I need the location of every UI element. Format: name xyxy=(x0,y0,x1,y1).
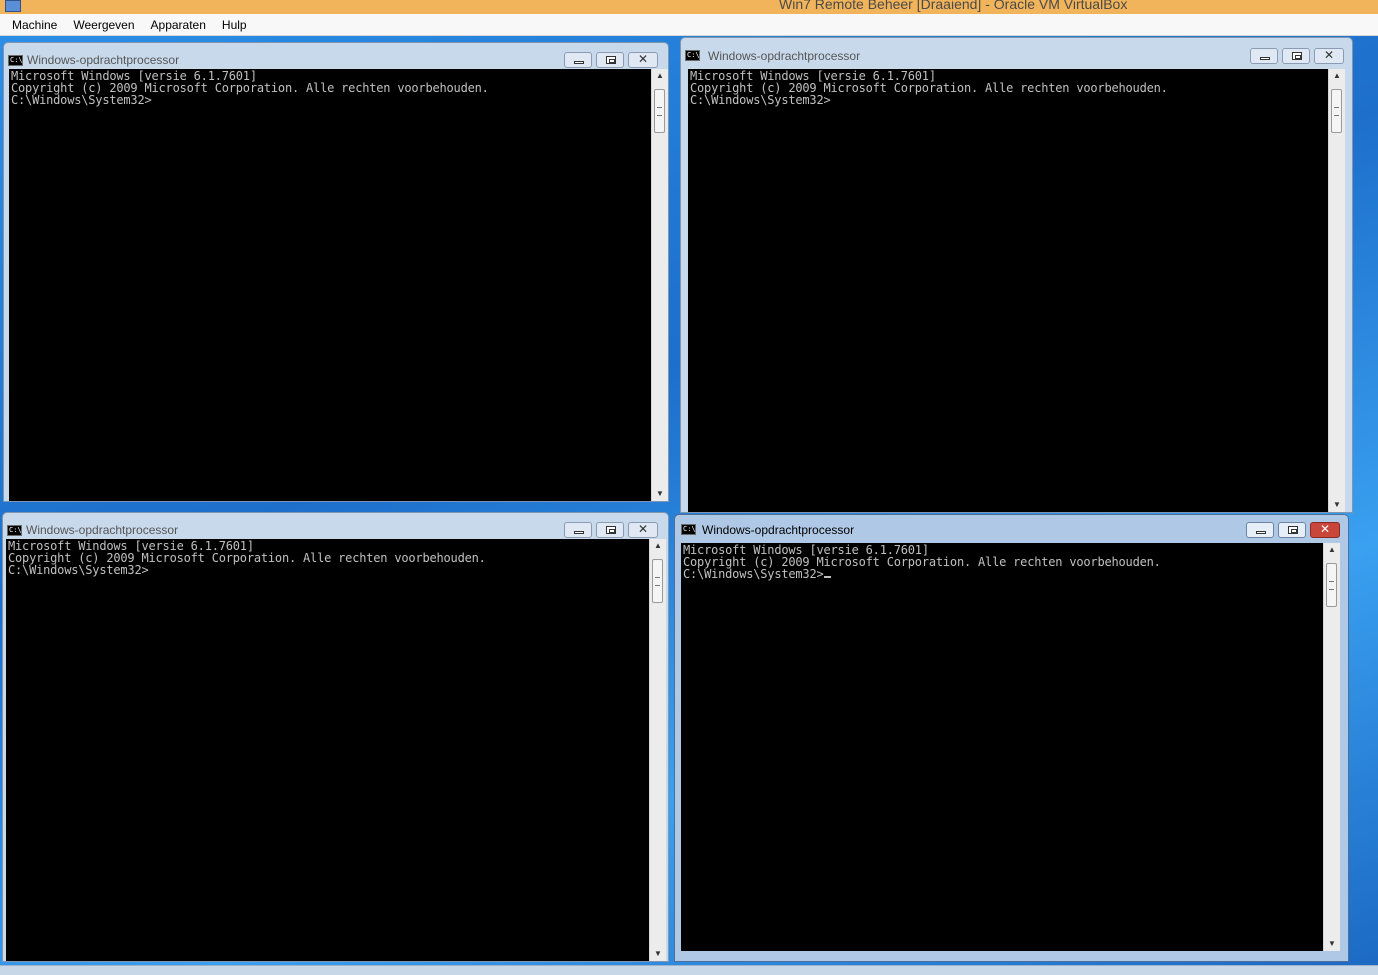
minimize-icon xyxy=(574,61,584,64)
maximize-button[interactable] xyxy=(596,52,624,68)
window-titlebar[interactable]: C:\ Windows-opdrachtprocessor ✕ xyxy=(681,38,1352,66)
maximize-button[interactable] xyxy=(1282,48,1310,64)
close-icon: ✕ xyxy=(1323,48,1335,62)
scroll-up-arrow-icon[interactable]: ▲ xyxy=(1329,69,1345,83)
scroll-thumb[interactable] xyxy=(652,559,663,603)
console-prompt: C:\Windows\System32> xyxy=(683,567,824,581)
close-button[interactable]: ✕ xyxy=(628,522,658,538)
window-titlebar[interactable]: C:\ Windows-opdrachtprocessor ✕ xyxy=(675,515,1348,543)
scroll-down-arrow-icon[interactable]: ▼ xyxy=(650,947,666,961)
console-prompt: C:\Windows\System32> xyxy=(8,563,149,577)
cmd-window-top-left[interactable]: C:\ Windows-opdrachtprocessor ✕ Microsof… xyxy=(3,42,669,502)
scroll-up-arrow-icon[interactable]: ▲ xyxy=(650,539,666,553)
cmd-icon[interactable]: C:\ xyxy=(681,524,696,535)
window-titlebar[interactable]: C:\ Windows-opdrachtprocessor ✕ xyxy=(4,43,668,71)
console-prompt-row: C:\Windows\System32> xyxy=(683,568,1323,580)
console-prompt: C:\Windows\System32> xyxy=(11,93,152,107)
close-button[interactable]: ✕ xyxy=(1310,522,1340,538)
scroll-thumb[interactable] xyxy=(1331,89,1342,133)
console-area[interactable]: Microsoft Windows [versie 6.1.7601] Copy… xyxy=(681,543,1323,951)
close-button[interactable]: ✕ xyxy=(628,52,658,68)
scroll-down-arrow-icon[interactable]: ▼ xyxy=(1329,498,1345,512)
guest-taskbar xyxy=(0,965,1378,975)
scroll-up-arrow-icon[interactable]: ▲ xyxy=(1324,543,1340,557)
minimize-icon xyxy=(1256,531,1266,534)
minimize-button[interactable] xyxy=(1246,522,1274,538)
menu-hulp[interactable]: Hulp xyxy=(214,15,255,35)
window-title: Windows-opdrachtprocessor xyxy=(708,49,861,63)
minimize-button[interactable] xyxy=(564,522,592,538)
cmd-icon[interactable]: C:\ xyxy=(685,50,700,61)
cmd-window-bottom-left[interactable]: C:\ Windows-opdrachtprocessor ✕ Microsof… xyxy=(2,512,669,962)
vertical-scrollbar[interactable]: ▲ ▼ xyxy=(649,539,666,961)
close-icon: ✕ xyxy=(637,52,649,66)
virtualbox-menubar: Machine Weergeven Apparaten Hulp xyxy=(0,14,1378,36)
virtualbox-titlebar: Win7 Remote Beheer [Draaiend] - Oracle V… xyxy=(0,0,1378,14)
window-title: Windows-opdrachtprocessor xyxy=(27,53,180,67)
minimize-button[interactable] xyxy=(1250,48,1278,64)
virtualbox-app-icon[interactable] xyxy=(5,0,21,12)
window-titlebar[interactable]: C:\ Windows-opdrachtprocessor ✕ xyxy=(3,513,668,541)
cmd-icon[interactable]: C:\ xyxy=(8,55,23,66)
maximize-button[interactable] xyxy=(596,522,624,538)
maximize-button[interactable] xyxy=(1278,522,1306,538)
scroll-down-arrow-icon[interactable]: ▼ xyxy=(652,487,668,501)
minimize-icon xyxy=(574,531,584,534)
cmd-window-bottom-right-active[interactable]: C:\ Windows-opdrachtprocessor ✕ Microsof… xyxy=(674,514,1349,962)
maximize-icon xyxy=(606,526,616,534)
console-area[interactable]: Microsoft Windows [versie 6.1.7601] Copy… xyxy=(9,69,652,501)
vertical-scrollbar[interactable]: ▲ ▼ xyxy=(651,69,668,501)
maximize-icon xyxy=(1292,52,1302,60)
maximize-icon xyxy=(606,56,616,64)
console-area[interactable]: Microsoft Windows [versie 6.1.7601] Copy… xyxy=(6,539,649,961)
minimize-button[interactable] xyxy=(564,52,592,68)
menu-weergeven[interactable]: Weergeven xyxy=(65,15,142,35)
cmd-icon[interactable]: C:\ xyxy=(7,525,22,536)
minimize-icon xyxy=(1260,57,1270,60)
vertical-scrollbar[interactable]: ▲ ▼ xyxy=(1323,543,1340,951)
window-title: Windows-opdrachtprocessor xyxy=(702,523,855,537)
menu-apparaten[interactable]: Apparaten xyxy=(143,15,214,35)
text-cursor xyxy=(823,576,831,578)
vertical-scrollbar[interactable]: ▲ ▼ xyxy=(1328,69,1345,512)
console-area[interactable]: Microsoft Windows [versie 6.1.7601] Copy… xyxy=(688,69,1328,512)
virtualbox-window-title: Win7 Remote Beheer [Draaiend] - Oracle V… xyxy=(779,0,1128,12)
scroll-thumb[interactable] xyxy=(1326,563,1337,607)
scroll-down-arrow-icon[interactable]: ▼ xyxy=(1324,937,1340,951)
scroll-thumb[interactable] xyxy=(654,89,665,133)
close-button[interactable]: ✕ xyxy=(1314,48,1344,64)
close-icon: ✕ xyxy=(1319,522,1331,536)
console-prompt: C:\Windows\System32> xyxy=(690,93,831,107)
scroll-up-arrow-icon[interactable]: ▲ xyxy=(652,69,668,83)
cmd-window-top-right[interactable]: C:\ Windows-opdrachtprocessor ✕ Microsof… xyxy=(680,37,1353,513)
close-icon: ✕ xyxy=(637,522,649,536)
menu-machine[interactable]: Machine xyxy=(4,15,65,35)
maximize-icon xyxy=(1288,526,1298,534)
window-title: Windows-opdrachtprocessor xyxy=(26,523,179,537)
